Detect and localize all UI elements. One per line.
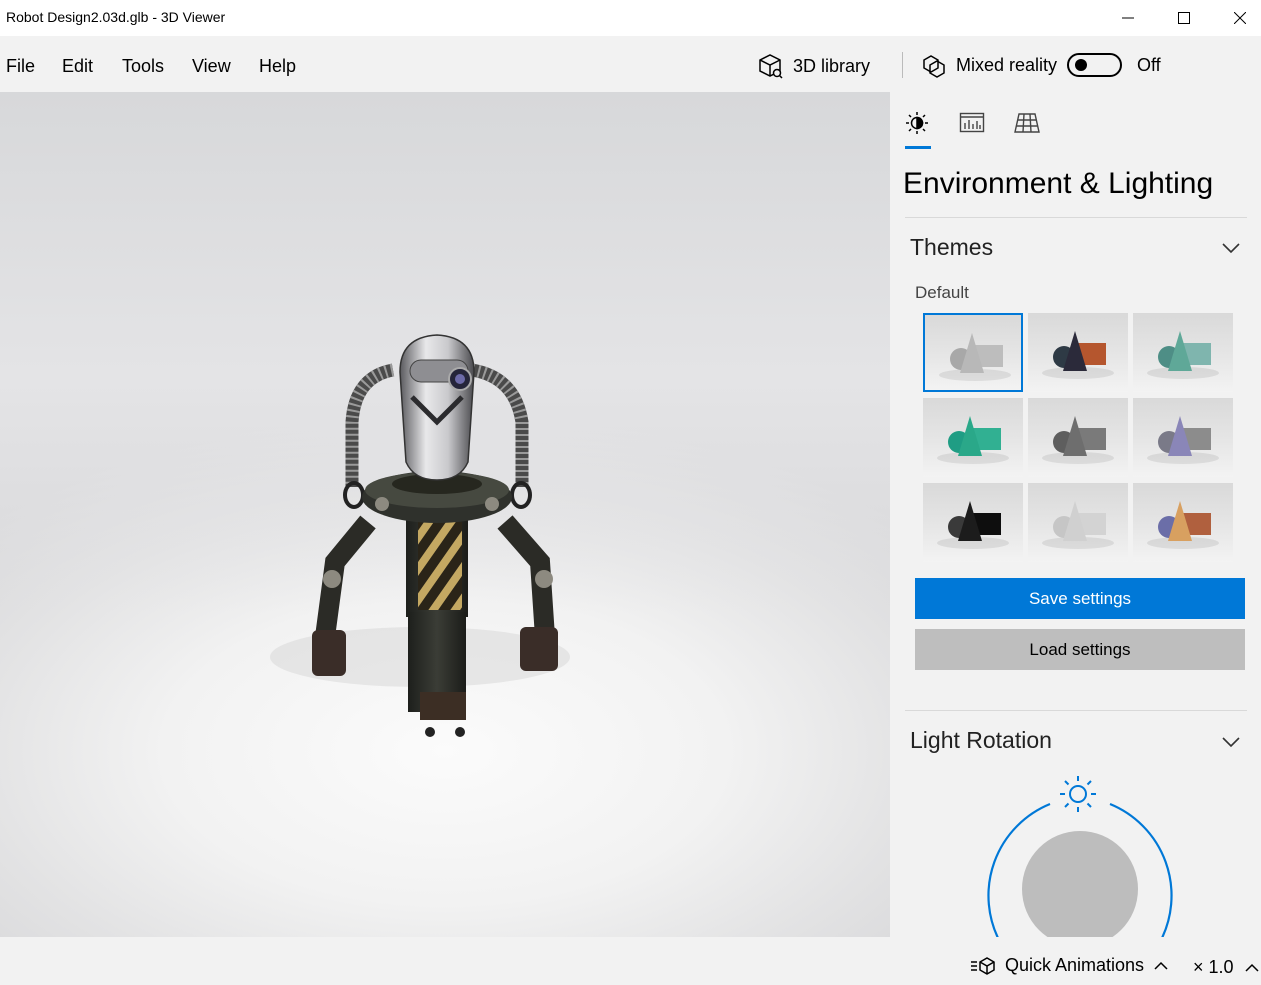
- minimize-icon: [1122, 17, 1134, 19]
- menu-edit[interactable]: Edit: [62, 56, 93, 77]
- theme-tile[interactable]: [1133, 483, 1233, 562]
- theme-tile[interactable]: [1133, 313, 1233, 392]
- mixed-reality-state: Off: [1137, 55, 1161, 75]
- theme-tile[interactable]: [1133, 398, 1233, 477]
- chevron-up-icon[interactable]: [1153, 961, 1169, 971]
- 3d-library-button[interactable]: 3D library: [756, 52, 870, 80]
- chevron-up-icon[interactable]: [1244, 963, 1260, 973]
- lighting-icon: [906, 112, 928, 134]
- theme-preview: [937, 501, 1009, 549]
- mixed-reality-button[interactable]: Mixed reality: [921, 51, 1057, 79]
- window-title: Robot Design2.03d.glb - 3D Viewer: [6, 9, 226, 25]
- animation-icon: [971, 956, 995, 975]
- mixed-reality-icon: [923, 55, 945, 78]
- theme-preview: [939, 333, 1011, 381]
- theme-tile[interactable]: [923, 398, 1023, 477]
- menu-tools[interactable]: Tools: [122, 56, 164, 77]
- separator: [905, 217, 1247, 218]
- panel-title: Environment & Lighting: [903, 167, 1214, 200]
- theme-preview: [937, 416, 1009, 464]
- theme-tile[interactable]: [1028, 483, 1128, 562]
- tab-selected-indicator: [905, 146, 931, 149]
- quick-animations-label: Quick Animations: [1005, 955, 1145, 975]
- light-rotation-header[interactable]: Light Rotation: [910, 727, 1052, 754]
- close-icon: [1234, 12, 1246, 24]
- tab-grid[interactable]: [1012, 108, 1042, 138]
- menu-file[interactable]: File: [6, 56, 35, 77]
- playback-speed-button[interactable]: × 1.0: [1193, 957, 1260, 978]
- theme-tile[interactable]: [1028, 313, 1128, 392]
- light-rotation-control[interactable]: [970, 772, 1190, 937]
- selected-theme-label: Default: [915, 283, 969, 302]
- theme-grid: [923, 313, 1234, 563]
- stats-icon: [959, 112, 985, 133]
- environment-panel: Environment & Lighting Themes Default Sa…: [890, 92, 1261, 937]
- theme-preview: [1042, 416, 1114, 464]
- chevron-down-icon[interactable]: [1221, 242, 1241, 254]
- grid-icon: [1014, 113, 1040, 133]
- cube-icon: [759, 54, 783, 79]
- robot-model[interactable]: [0, 92, 890, 937]
- menu-view[interactable]: View: [192, 56, 231, 77]
- minimize-button[interactable]: [1100, 0, 1156, 36]
- close-button[interactable]: [1212, 0, 1261, 36]
- toggle-knob: [1075, 59, 1087, 71]
- mixed-reality-toggle[interactable]: [1067, 53, 1122, 77]
- theme-preview: [1042, 331, 1114, 379]
- tab-stats[interactable]: [957, 108, 987, 138]
- menu-bar: File Edit Tools View Help 3D library Mix…: [0, 36, 1261, 92]
- tab-lighting[interactable]: [902, 108, 932, 138]
- theme-preview: [1042, 501, 1114, 549]
- status-bar: Quick Animations × 1.0: [0, 937, 1261, 985]
- mixed-reality-label: Mixed reality: [956, 54, 1058, 75]
- menu-help[interactable]: Help: [259, 56, 296, 77]
- separator: [905, 710, 1247, 711]
- themes-header[interactable]: Themes: [910, 234, 993, 261]
- 3d-library-label: 3D library: [793, 55, 871, 76]
- sun-icon[interactable]: [1060, 776, 1096, 812]
- load-settings-button[interactable]: Load settings: [915, 629, 1245, 670]
- theme-preview: [1147, 416, 1219, 464]
- save-settings-button[interactable]: Save settings: [915, 578, 1245, 619]
- theme-preview: [1147, 331, 1219, 379]
- title-bar: Robot Design2.03d.glb - 3D Viewer: [0, 0, 1261, 36]
- playback-speed-label: × 1.0: [1193, 957, 1234, 977]
- maximize-icon: [1178, 12, 1190, 24]
- 3d-viewport[interactable]: [0, 92, 890, 937]
- theme-tile[interactable]: [1028, 398, 1128, 477]
- light-sphere: [1022, 831, 1138, 937]
- quick-animations-button[interactable]: Quick Animations: [970, 955, 1169, 976]
- theme-tile[interactable]: [923, 313, 1023, 392]
- theme-preview: [1147, 501, 1219, 549]
- toolbar-divider: [902, 52, 903, 78]
- theme-tile[interactable]: [923, 483, 1023, 562]
- chevron-down-icon[interactable]: [1221, 736, 1241, 748]
- maximize-button[interactable]: [1156, 0, 1212, 36]
